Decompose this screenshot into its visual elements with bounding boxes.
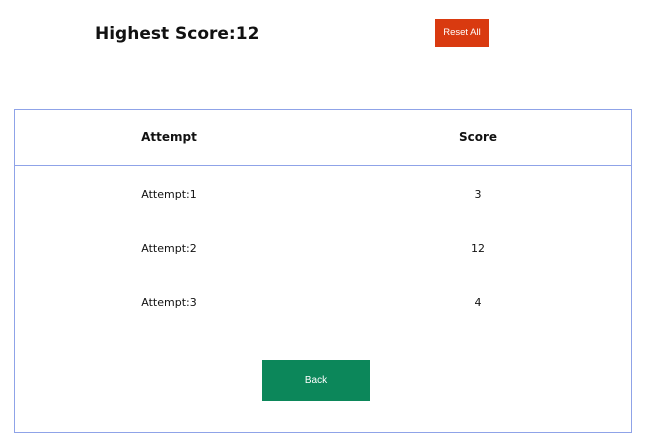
reset-all-button[interactable]: Reset All [435,19,489,47]
attempt-cell: Attempt:2 [141,242,197,255]
column-header-attempt: Attempt [141,130,197,144]
score-cell: 12 [471,242,485,255]
score-cell: 4 [474,296,482,309]
highest-score-label: Highest Score: [95,24,236,44]
table-header: Attempt Score [15,110,631,166]
table-row: Attempt:3 4 [15,293,631,313]
table-row: Attempt:2 12 [15,239,631,259]
attempt-cell: Attempt:1 [141,188,197,201]
table-row: Attempt:1 3 [15,185,631,205]
column-header-score: Score [458,130,498,144]
highest-score-heading: Highest Score:12 [95,21,259,47]
attempt-cell: Attempt:3 [141,296,197,309]
back-button[interactable]: Back [262,360,370,401]
score-cell: 3 [474,188,482,201]
highest-score-value: 12 [235,24,260,44]
scores-panel: Attempt Score Attempt:1 3 Attempt:2 12 A… [14,109,632,433]
